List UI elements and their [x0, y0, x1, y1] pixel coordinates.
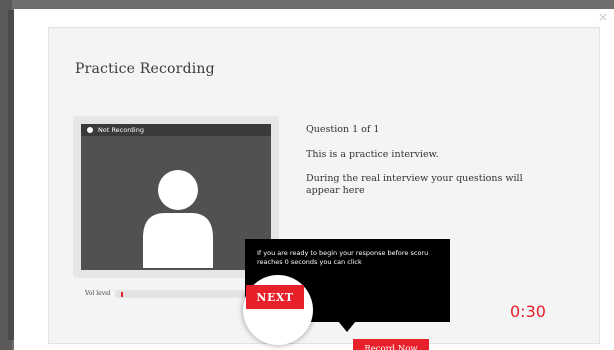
- tooltip-text: If you are ready to begin your response …: [257, 249, 429, 266]
- recording-panel: Practice Recording Not Recording Vol lev…: [48, 27, 600, 350]
- recording-status-label: Not Recording: [98, 126, 144, 134]
- next-button[interactable]: NEXT: [246, 285, 304, 309]
- question-note: During the real interview your questions…: [306, 173, 523, 196]
- page-title: Practice Recording: [75, 61, 215, 77]
- recording-status-bar: Not Recording: [81, 124, 271, 136]
- question-count: Question 1 of 1: [306, 124, 380, 135]
- practice-recording-modal: × Practice Recording Not Recording Vol l…: [14, 9, 614, 350]
- record-now-button[interactable]: Record Now: [353, 339, 429, 350]
- record-status-dot-icon: [87, 127, 93, 133]
- volume-label: Vol level: [85, 290, 111, 297]
- volume-meter: [115, 290, 265, 298]
- video-preview: Not Recording: [81, 124, 271, 270]
- question-text: This is a practice interview.: [306, 149, 439, 160]
- countdown-timer: 0:30: [510, 302, 546, 321]
- volume-level-indicator: [121, 292, 123, 297]
- tooltip-arrow: [338, 321, 356, 332]
- close-icon[interactable]: ×: [598, 11, 608, 23]
- user-silhouette-icon: [143, 170, 213, 268]
